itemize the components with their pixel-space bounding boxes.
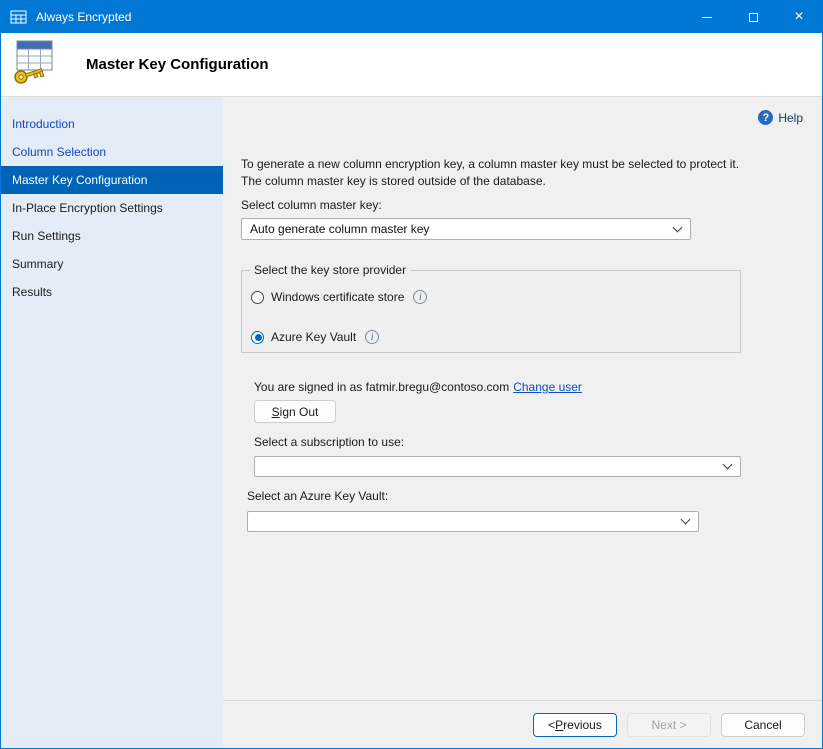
- close-icon: ×: [794, 9, 803, 25]
- azure-key-vault-label: Select an Azure Key Vault:: [247, 489, 388, 503]
- always-encrypted-window: Always Encrypted ×: [0, 0, 823, 749]
- sidebar-item-in-place-encryption[interactable]: In-Place Encryption Settings: [1, 194, 223, 222]
- sidebar-item-summary[interactable]: Summary: [1, 250, 223, 278]
- minimize-icon: [702, 17, 712, 18]
- chevron-down-icon: [723, 460, 733, 470]
- radio-windows-certificate-store-label: Windows certificate store: [271, 290, 404, 304]
- sidebar-item-introduction[interactable]: Introduction: [1, 110, 223, 138]
- column-master-key-label: Select column master key:: [241, 198, 382, 212]
- radio-windows-certificate-store[interactable]: Windows certificate store i: [251, 289, 740, 305]
- intro-text: To generate a new column encryption key,…: [241, 156, 757, 190]
- signed-in-status: You are signed in as fatmir.bregu@contos…: [254, 380, 582, 394]
- change-user-link[interactable]: Change user: [513, 380, 582, 394]
- radio-unselected-icon[interactable]: [251, 291, 264, 304]
- key-store-provider-group-title: Select the key store provider: [250, 263, 410, 277]
- titlebar: Always Encrypted ×: [1, 1, 822, 33]
- radio-azure-key-vault[interactable]: Azure Key Vault i: [251, 329, 740, 345]
- master-key-configuration-page: ? Help To generate a new column encrypti…: [223, 97, 822, 700]
- radio-selected-icon[interactable]: [251, 331, 264, 344]
- chevron-down-icon: [673, 222, 683, 232]
- sign-out-button[interactable]: Sign Out: [254, 400, 336, 423]
- next-button: Next >: [627, 713, 711, 737]
- key-store-provider-group: Select the key store provider Windows ce…: [241, 263, 741, 353]
- maximize-icon: [749, 13, 758, 22]
- app-icon: [10, 10, 28, 25]
- info-icon[interactable]: i: [413, 290, 427, 304]
- main-panel: ? Help To generate a new column encrypti…: [223, 97, 822, 748]
- help-label: Help: [778, 111, 803, 125]
- cancel-button[interactable]: Cancel: [721, 713, 805, 737]
- sidebar-item-master-key-configuration[interactable]: Master Key Configuration: [1, 166, 223, 194]
- subscription-label: Select a subscription to use:: [254, 435, 404, 449]
- signed-in-text: You are signed in as fatmir.bregu@contos…: [254, 380, 509, 394]
- chevron-down-icon: [681, 515, 691, 525]
- page-title: Master Key Configuration: [86, 56, 269, 73]
- subscription-dropdown[interactable]: [254, 456, 741, 477]
- sidebar-item-run-settings[interactable]: Run Settings: [1, 222, 223, 250]
- help-link[interactable]: ? Help: [758, 110, 803, 125]
- column-master-key-dropdown[interactable]: Auto generate column master key: [241, 218, 691, 240]
- info-icon[interactable]: i: [365, 330, 379, 344]
- help-icon: ?: [758, 110, 773, 125]
- sidebar-item-results[interactable]: Results: [1, 278, 223, 306]
- close-button[interactable]: ×: [776, 1, 822, 33]
- window-title: Always Encrypted: [36, 10, 131, 24]
- wizard-body: Introduction Column Selection Master Key…: [1, 97, 822, 748]
- radio-azure-key-vault-label: Azure Key Vault: [271, 330, 356, 344]
- window-controls: ×: [684, 1, 822, 33]
- column-master-key-value: Auto generate column master key: [250, 222, 429, 236]
- wizard-header: Master Key Configuration: [1, 33, 822, 97]
- maximize-button[interactable]: [730, 1, 776, 33]
- previous-button[interactable]: < Previous: [533, 713, 617, 737]
- wizard-steps-sidebar: Introduction Column Selection Master Key…: [1, 97, 223, 748]
- minimize-button[interactable]: [684, 1, 730, 33]
- azure-key-vault-dropdown[interactable]: [247, 511, 699, 532]
- table-key-icon: [10, 38, 60, 91]
- sidebar-item-column-selection[interactable]: Column Selection: [1, 138, 223, 166]
- wizard-footer: < Previous Next > Cancel: [223, 700, 822, 748]
